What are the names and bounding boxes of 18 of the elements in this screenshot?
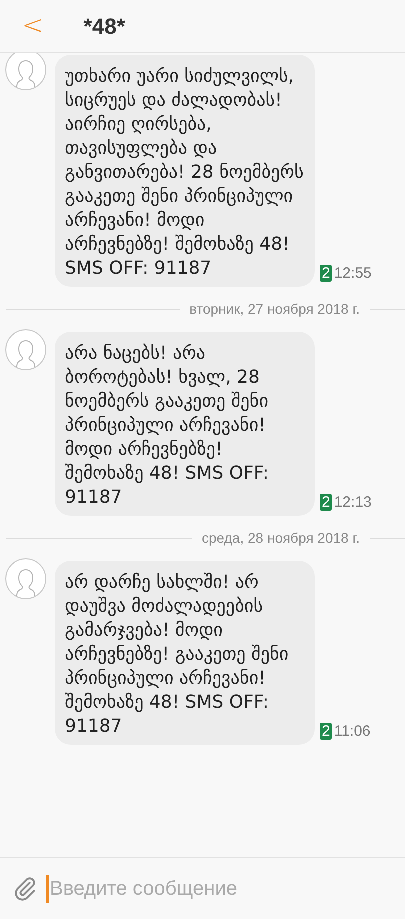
avatar-icon[interactable] <box>5 558 47 600</box>
message-time: 11:06 <box>334 722 371 742</box>
sim-badge: 2 <box>320 494 332 512</box>
message-text: არა ნაცებს! არა ბოროტებას! ხვალ, 28 ნოემბერს გააკეთე შენი პრინციპული არჩევანი! მოდი არჩევნებზე! შემოხაზე 48! SMS OFF: 91187 <box>65 342 270 510</box>
back-button[interactable]: < <box>22 13 44 39</box>
avatar-icon[interactable] <box>5 53 47 91</box>
message-text: არ დარჩე სახლში! არ დაუშვა მოძალადეების გამარჯვება! მოდი არჩევნებზე! გააკეთე შენი პრინციპული არჩევანი! შემოხაზე 48! SMS OFF: 91187 <box>65 571 290 739</box>
attachment-icon[interactable] <box>12 876 38 902</box>
message-time: 12:55 <box>334 264 372 284</box>
message-time: 12:13 <box>334 492 372 512</box>
conversation-title: *48* <box>84 12 126 40</box>
avatar-icon[interactable] <box>5 329 47 371</box>
sim-badge: 2 <box>320 723 332 740</box>
sim-badge: 2 <box>320 265 332 282</box>
message-input[interactable]: Введите сообщение <box>49 874 395 904</box>
date-separator: вторник, 27 ноября 2018 г. <box>188 300 361 319</box>
date-separator: среда, 28 ноября 2018 г. <box>201 529 361 548</box>
message-text: უთხარი უარი სიძულვილს, სიცრუეს და ძალადობას! აირჩიე ღირსება, თავისუფლება და განვითარება! 28 ნოემბერს გააკეთე შენი პრინციპული არჩევანი! მოდი არჩევნებზე! შემოხაზე 48! SMS OFF: 91187 <box>65 65 305 281</box>
